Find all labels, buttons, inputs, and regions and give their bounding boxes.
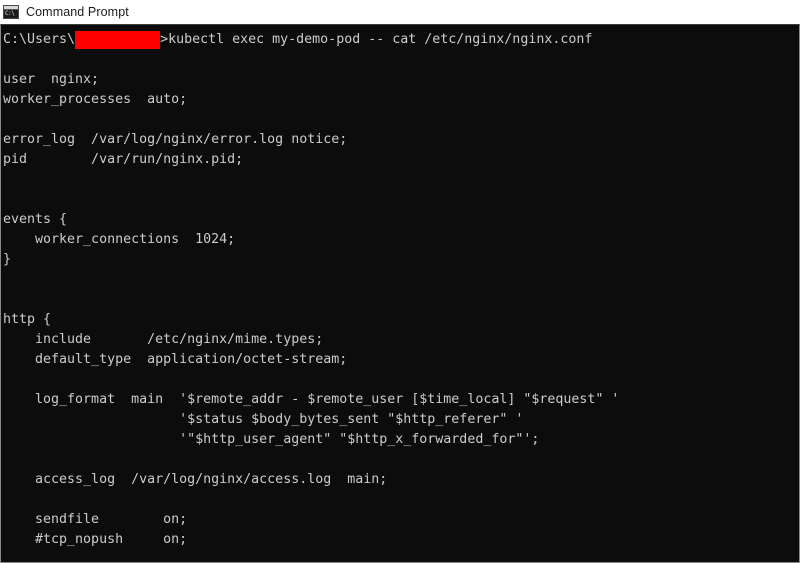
terminal-line: log_format main '$remote_addr - $remote_… (3, 392, 620, 407)
prompt-command: kubectl exec my-demo-pod -- cat /etc/ngi… (168, 32, 593, 47)
terminal-line: worker_connections 1024; (3, 232, 236, 247)
terminal-line: error_log /var/log/nginx/error.log notic… (3, 132, 348, 147)
terminal-line: default_type application/octet-stream; (3, 352, 348, 367)
console-icon: C:\ (3, 5, 19, 19)
window-titlebar: C:\ Command Prompt (0, 0, 800, 24)
terminal-line: } (3, 252, 12, 267)
prompt-line: C:\Users\ > kubectl exec my-demo-pod -- ca… (2, 30, 799, 50)
redacted-username-box (75, 31, 161, 49)
prompt-path-prefix: C:\Users\ (3, 32, 76, 47)
terminal-line: events { (3, 212, 68, 227)
terminal-line: '$status $body_bytes_sent "$http_referer… (3, 412, 524, 427)
terminal-output: user nginx; worker_processes auto; error_… (2, 50, 799, 562)
terminal-line: worker_processes auto; (3, 92, 188, 107)
prompt-caret: > (160, 32, 169, 47)
terminal-line: sendfile on; (3, 512, 188, 527)
terminal-line: include /etc/nginx/mime.types; (3, 332, 324, 347)
terminal-line: #tcp_nopush on; (3, 532, 188, 547)
terminal-line: access_log /var/log/nginx/access.log mai… (3, 472, 388, 487)
command-prompt-window: C:\ Command Prompt C:\Users\ > kubectl exe… (0, 0, 800, 563)
terminal-line: user nginx; (3, 72, 100, 87)
terminal-content: C:\Users\ > kubectl exec my-demo-pod -- ca… (1, 25, 799, 562)
terminal-line: '"$http_user_agent" "$http_x_forwarded_f… (3, 432, 540, 447)
window-title: Command Prompt (26, 5, 129, 19)
console-icon-glyph: C:\ (4, 10, 18, 18)
terminal-line: http { (3, 312, 52, 327)
terminal-line: pid /var/run/nginx.pid; (3, 152, 244, 167)
terminal-surface[interactable]: C:\Users\ > kubectl exec my-demo-pod -- ca… (0, 24, 800, 563)
